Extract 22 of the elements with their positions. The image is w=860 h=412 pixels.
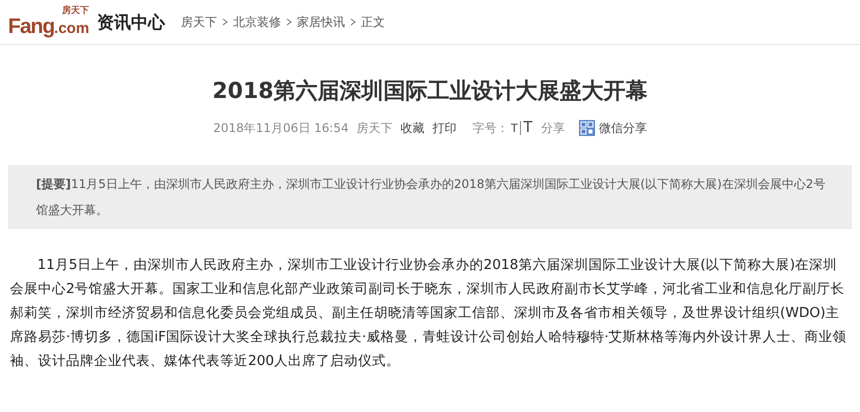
font-size-button[interactable]: T xyxy=(523,119,533,137)
source-label: 房天下 xyxy=(356,120,393,136)
chevron-icon xyxy=(222,18,228,26)
section-title: 资讯中心 xyxy=(97,12,166,34)
breadcrumb-link[interactable]: 北京装修 xyxy=(233,14,282,30)
article-paragraph: 11月5日上午，由深圳市人民政府主办，深圳市工业设计行业协会承办的2018第六届深圳国际工业设计大展(以下简称大展)在深圳会展中心2号馆盛大开幕。国家工业和信息化部产业政策司副司长于晓东，深圳市人民政府副市长艾学峰，河北省工业和信息化厅副厅长郝莉笑，深圳市经济贸易和信息化委员会党组成员、副主任胡晓清等国家工信部、深圳市及各省市相关领导，及世界设计组织(WDO)主席路易莎·博切多，德国iF国际设计大奖全球执行总裁拉夫·威格曼，青蛙设计公司创始人哈特穆特·艾斯林格等海内外设计界人士、商业领袖、设计品牌企业代表、媒体代表等近200人出席了启动仪式。 xyxy=(9,256,848,371)
summary-text: [提要]11月5日上午，由深圳市人民政府主办，深圳市工业设计行业协会承办的2018第六届深圳国际工业设计大展(以下简称大展)在深圳会展中心2号馆盛大开幕。 xyxy=(36,176,826,219)
breadcrumb-link[interactable]: 家居快讯 xyxy=(297,14,346,30)
breadcrumb-link[interactable]: 房天下 xyxy=(181,14,218,30)
breadcrumb-current: 正文 xyxy=(361,14,386,30)
font-size-label: 字号： xyxy=(472,120,509,136)
article-title: 2018第六届深圳国际工业设计大展盛大开幕 xyxy=(211,78,649,106)
wechat-share-link[interactable]: 微信分享 xyxy=(598,120,647,136)
share-link[interactable]: 分享 xyxy=(540,120,565,136)
logo[interactable]: 房天下 Fang.com xyxy=(8,7,90,37)
publish-date: 2018年11月06日 16:54 xyxy=(213,120,349,136)
qr-code-icon[interactable] xyxy=(578,120,595,136)
action-link[interactable]: 收藏 xyxy=(400,120,425,136)
chevron-icon xyxy=(350,18,356,26)
chevron-icon xyxy=(286,18,292,26)
font-size-button[interactable]: T xyxy=(510,121,518,135)
action-link[interactable]: 打印 xyxy=(432,120,457,136)
